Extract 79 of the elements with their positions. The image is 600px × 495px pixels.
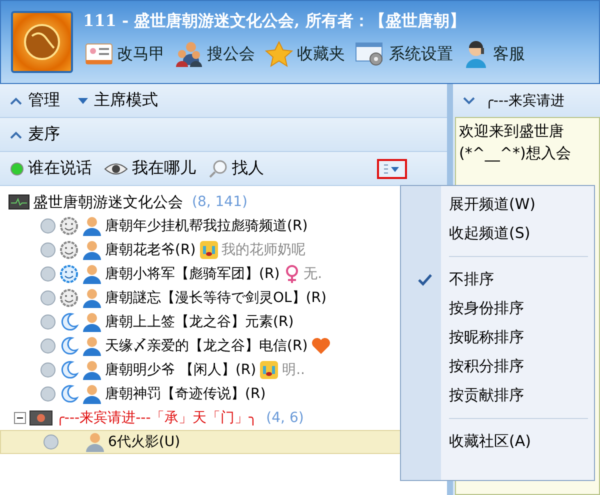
toolbar-button[interactable]: 收藏夹 (263, 40, 347, 68)
member-name: 唐朝小将军【彪骑军团】(R) (105, 265, 280, 283)
person-icon (82, 312, 102, 332)
section-toggle[interactable]: 管理 (10, 90, 60, 111)
radio-dot-icon (40, 266, 56, 282)
toolbar-button[interactable]: 改马甲 (83, 40, 167, 68)
radio-dot-icon (43, 434, 59, 450)
moon-icon (59, 384, 79, 404)
channel-icon (29, 410, 53, 426)
radio-dot-icon (40, 218, 56, 234)
triangle-down-icon (78, 98, 88, 104)
checkmark-icon (418, 274, 432, 286)
person-icon (82, 288, 102, 308)
crying-face-icon (198, 240, 219, 260)
heart-icon (310, 337, 331, 355)
person-icon (82, 240, 102, 260)
moon-icon (59, 360, 79, 380)
tool-button[interactable]: 找人 (208, 158, 264, 179)
section-toggle[interactable]: 麦序 (10, 124, 60, 145)
window-title: 111 - 盛世唐朝游迷文化公会, 所有者：【盛世唐朝】 (83, 11, 466, 32)
toolbar-button[interactable]: 客服 (461, 40, 527, 68)
toolbar-button[interactable]: 系统设置 (353, 40, 455, 68)
speaking-dot-icon (10, 162, 24, 176)
sort-menu-button[interactable] (377, 158, 407, 178)
channel-title: ╭---来宾请进 (485, 92, 565, 110)
id-card-icon (85, 42, 113, 66)
person-icon (82, 384, 102, 404)
collapse-box-icon[interactable] (14, 412, 26, 424)
member-name: 6代火影(U) (108, 433, 180, 451)
chevron-down-icon (463, 96, 475, 104)
member-name: 唐朝上上签【龙之谷】元素(R) (105, 313, 294, 331)
eye-icon (104, 162, 128, 176)
person-icon (82, 360, 102, 380)
person-icon (82, 264, 102, 284)
person-icon (82, 336, 102, 356)
smiley-icon (59, 264, 79, 284)
member-name: 唐朝謎忘【漫长等待で剑灵OL】(R) (105, 289, 326, 307)
radio-dot-icon (40, 314, 56, 330)
member-name: 唐朝神罚【奇迹传说】(R) (105, 385, 266, 403)
member-name: 唐朝年少挂机帮我拉彪骑频道(R) (105, 217, 308, 235)
headset-person-icon (463, 40, 489, 68)
person-icon (82, 216, 102, 236)
member-note: 无. (304, 265, 322, 283)
chat-line: 欢迎来到盛世唐 (459, 121, 565, 142)
member-name: 唐朝明少爷 【闲人】(R) (105, 361, 256, 379)
moon-icon (59, 336, 79, 356)
chevron-up-icon (10, 96, 22, 104)
globe-icon (22, 22, 62, 62)
list-dropdown-icon (383, 164, 401, 174)
monitor-icon (8, 194, 30, 210)
radio-dot-icon (40, 290, 56, 306)
chat-line: (*^__^*)想入会 (459, 143, 572, 164)
member-note: 我的花师奶呢 (222, 241, 306, 259)
toolbar-button[interactable]: 搜公会 (173, 40, 257, 68)
settings-icon (355, 41, 385, 67)
tool-button[interactable]: 谁在说话 (10, 158, 92, 179)
smiley-icon (59, 216, 79, 236)
channel-name[interactable]: ╭---来宾请进---「承」天「门」╮ (56, 409, 258, 427)
member-name: 唐朝花老爷(R) (105, 241, 196, 259)
section-toggle[interactable]: 主席模式 (78, 90, 158, 111)
crying-face-icon (259, 360, 280, 380)
people-icon (175, 41, 203, 67)
smiley-icon (59, 288, 79, 308)
tool-button[interactable]: 我在哪儿 (104, 158, 196, 179)
channel-count: (4, 6) (266, 410, 304, 426)
member-note: 明.. (282, 361, 306, 379)
star-icon (265, 41, 293, 67)
member-name: 天缘〆亲爱的【龙之谷】电信(R) (105, 337, 308, 355)
guild-count: (8, 141) (192, 194, 248, 210)
radio-dot-icon (40, 242, 56, 258)
radio-dot-icon (40, 386, 56, 402)
guild-name[interactable]: 盛世唐朝游迷文化公会 (33, 192, 183, 212)
radio-dot-icon (40, 362, 56, 378)
search-icon (208, 158, 228, 178)
smiley-icon (59, 240, 79, 260)
person-icon (85, 432, 105, 452)
radio-dot-icon (40, 338, 56, 354)
moon-icon (59, 312, 79, 332)
chevron-up-icon (10, 130, 22, 138)
